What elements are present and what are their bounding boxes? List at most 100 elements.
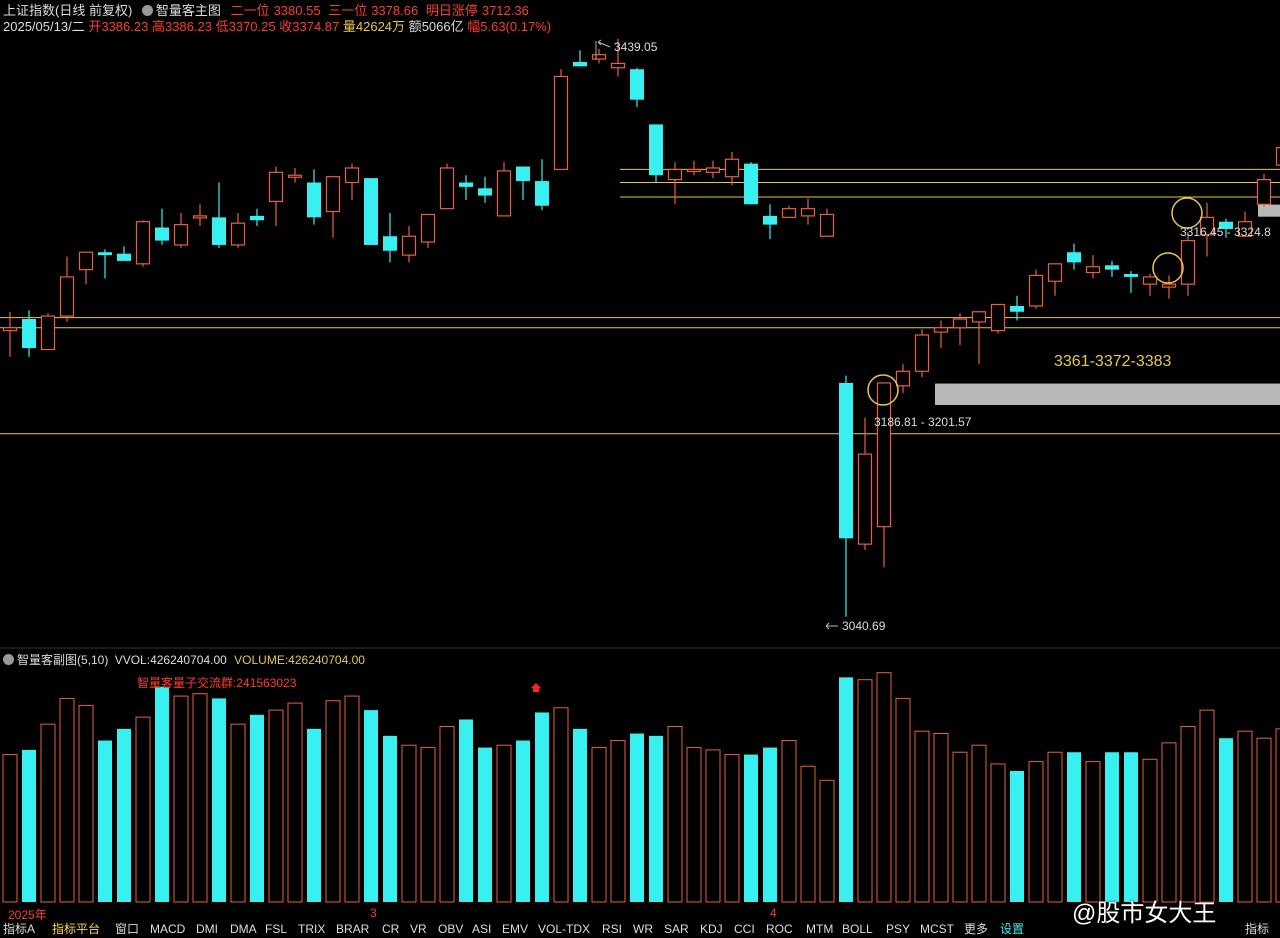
candle bbox=[230, 213, 246, 248]
marker-circle-3 bbox=[1152, 252, 1184, 284]
candle bbox=[192, 204, 208, 227]
axis-month-3: 3 bbox=[370, 906, 377, 920]
tab-vol-tdx[interactable]: VOL-TDX bbox=[538, 921, 590, 938]
volume-bar bbox=[630, 733, 644, 902]
candle bbox=[135, 220, 151, 267]
candle bbox=[496, 162, 512, 217]
tab-指标平台[interactable]: 指标平台 bbox=[52, 921, 100, 938]
candle bbox=[1180, 231, 1196, 296]
volume-bar bbox=[478, 747, 492, 902]
marker-circle-2 bbox=[1171, 197, 1203, 229]
tab-wr[interactable]: WR bbox=[633, 921, 653, 938]
sub-chart-menu[interactable]: 智量客副图(5,10) bbox=[3, 653, 108, 667]
candle bbox=[857, 417, 873, 550]
candle bbox=[1028, 269, 1044, 309]
tab-brar[interactable]: BRAR bbox=[336, 921, 369, 938]
candle bbox=[117, 246, 131, 261]
candle bbox=[744, 162, 758, 205]
tab-kdj[interactable]: KDJ bbox=[700, 921, 723, 938]
volume-bar bbox=[1219, 738, 1233, 902]
candle bbox=[59, 256, 75, 322]
volume-bar bbox=[1180, 726, 1196, 903]
candle bbox=[250, 208, 264, 227]
candle bbox=[781, 205, 797, 218]
candle bbox=[1275, 147, 1280, 166]
high-label: 3439.05 bbox=[614, 40, 658, 54]
tab-asi[interactable]: ASI bbox=[472, 921, 491, 938]
up-arrow-icon bbox=[531, 683, 541, 692]
tab-dma[interactable]: DMA bbox=[230, 921, 257, 938]
volume-bar bbox=[40, 723, 56, 903]
volume-bar bbox=[839, 677, 853, 902]
tab-设置[interactable]: 设置 bbox=[1000, 921, 1024, 938]
volume-bar bbox=[383, 735, 397, 902]
candle bbox=[307, 169, 321, 225]
volume-bar bbox=[763, 747, 777, 902]
volume-bar bbox=[496, 744, 512, 903]
volume-bar bbox=[705, 749, 721, 903]
tab-trix[interactable]: TRIX bbox=[298, 921, 325, 938]
volume-bars bbox=[2, 672, 1280, 903]
volume-bar bbox=[2, 754, 18, 903]
volume-bar bbox=[1161, 742, 1177, 903]
tab-cci[interactable]: CCI bbox=[734, 921, 755, 938]
volume-bar bbox=[1124, 752, 1138, 902]
volume-bar bbox=[553, 707, 569, 903]
arrow-left-icon bbox=[597, 39, 611, 48]
candle bbox=[630, 67, 644, 107]
candle bbox=[516, 166, 530, 200]
tab-sar[interactable]: SAR bbox=[664, 921, 689, 938]
volume-bar bbox=[1199, 709, 1215, 903]
tab-dmi[interactable]: DMI bbox=[196, 921, 218, 938]
volume-bar bbox=[573, 728, 587, 902]
tab-mtm[interactable]: MTM bbox=[806, 921, 833, 938]
support-zone bbox=[935, 383, 1280, 405]
candle bbox=[268, 166, 284, 227]
tab-emv[interactable]: EMV bbox=[502, 921, 528, 938]
tab-mcst[interactable]: MCST bbox=[920, 921, 954, 938]
tab-rsi[interactable]: RSI bbox=[602, 921, 622, 938]
tab-指标a[interactable]: 指标A bbox=[3, 921, 35, 938]
tab-obv[interactable]: OBV bbox=[438, 921, 463, 938]
candle bbox=[459, 175, 473, 200]
candle bbox=[212, 182, 226, 248]
volume-bar bbox=[819, 779, 835, 903]
candle bbox=[173, 213, 189, 248]
volume-bar bbox=[287, 702, 303, 903]
candle bbox=[364, 178, 378, 245]
tab-boll[interactable]: BOLL bbox=[842, 921, 873, 938]
vvol-value: 426240704.00 bbox=[150, 653, 227, 667]
volume-bar bbox=[876, 672, 892, 903]
tab-roc[interactable]: ROC bbox=[766, 921, 793, 938]
volume-bar bbox=[1047, 751, 1063, 903]
volume-bar bbox=[649, 735, 663, 902]
candle bbox=[839, 375, 853, 617]
tab-macd[interactable]: MACD bbox=[150, 921, 185, 938]
candle bbox=[1047, 263, 1063, 296]
volume-bar bbox=[1010, 770, 1024, 902]
tab-psy[interactable]: PSY bbox=[886, 921, 910, 938]
tab-fsl[interactable]: FSL bbox=[265, 921, 287, 938]
tab-更多[interactable]: 更多 bbox=[964, 921, 988, 938]
volume-bar bbox=[250, 714, 264, 902]
tab-vr[interactable]: VR bbox=[410, 921, 427, 938]
volume-bar bbox=[800, 765, 816, 903]
volume-bar bbox=[535, 712, 549, 902]
candle bbox=[420, 213, 436, 248]
volume-bar bbox=[307, 728, 321, 902]
volume-bar bbox=[98, 740, 112, 902]
chevron-down-icon bbox=[3, 654, 14, 665]
volume-value: 426240704.00 bbox=[288, 653, 365, 667]
candle bbox=[78, 251, 94, 285]
tab-指标[interactable]: 指标 bbox=[1245, 921, 1269, 938]
candle bbox=[573, 50, 587, 67]
candle bbox=[1067, 243, 1081, 270]
candle bbox=[287, 167, 303, 183]
candlestick-chart[interactable] bbox=[0, 0, 1280, 921]
candle bbox=[705, 160, 721, 179]
candle bbox=[155, 208, 169, 245]
tab-cr[interactable]: CR bbox=[382, 921, 399, 938]
tab-窗口[interactable]: 窗口 bbox=[115, 921, 139, 938]
volume-bar bbox=[591, 747, 607, 903]
volume-bar bbox=[1105, 752, 1119, 902]
